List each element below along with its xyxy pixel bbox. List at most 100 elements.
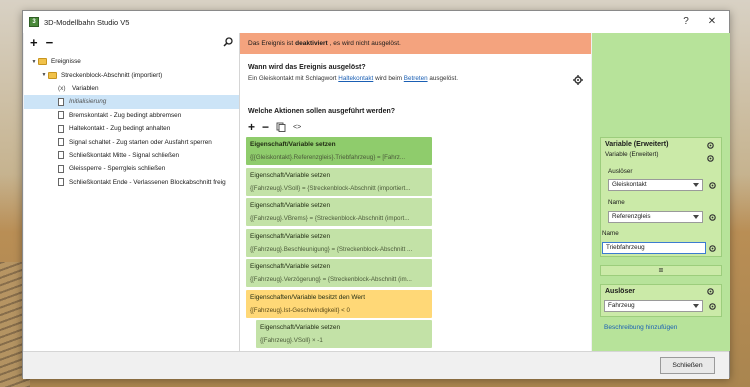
name2-input[interactable]: Triebfahrzeug bbox=[602, 242, 706, 254]
tree-item[interactable]: Schließkontakt Ende - Verlassenen Blocka… bbox=[24, 176, 239, 189]
app-icon: 3 bbox=[29, 17, 39, 27]
banner-status: deaktiviert bbox=[295, 40, 328, 47]
action-card[interactable]: Eigenschaft/Variable setzen {[Fahrzeug}.V… bbox=[246, 198, 432, 226]
action-detail: {[Fahrzeug}.Ist-Geschwindigkeit} < 0 bbox=[250, 306, 350, 314]
remove-event-button[interactable]: − bbox=[46, 36, 54, 50]
dialog-window: 3 3D-Modellbahn Studio V5 ? ✕ + − ▼ Ereig… bbox=[22, 10, 730, 379]
trigger-description: Ein Gleiskontakt mit Schlagwort Haltekon… bbox=[248, 75, 458, 82]
tree-item-label: Gleissperre - Sperrgleis schließen bbox=[69, 165, 166, 173]
trigger-label: Auslöser bbox=[608, 168, 633, 175]
actions-toolbar: + − <> bbox=[248, 121, 301, 133]
trigger-box-value-gear-icon[interactable] bbox=[708, 302, 717, 311]
action-title: Eigenschaften/Variable besitzt den Wert bbox=[250, 293, 366, 301]
properties-panel: Variable (Erweitert) Variable (Erweitert… bbox=[592, 33, 730, 351]
action-detail: {[{Gleiskontakt}.Referenzgleis}.Triebfah… bbox=[250, 154, 406, 161]
trigger-link-event[interactable]: Betreten bbox=[404, 75, 428, 82]
event-tree: ▼ Ereignisse ▼ Streckenblock-Abschnitt (imp… bbox=[24, 55, 239, 189]
variable-settings-gear-icon[interactable] bbox=[706, 141, 715, 150]
action-detail: {[Fahrzeug}.VSoll} = {Streckenblock-Absc… bbox=[250, 184, 411, 192]
tree-item-label: Signal schaltet - Zug starten oder Ausfa… bbox=[69, 138, 212, 146]
trigger-box-select[interactable]: Fahrzeug bbox=[604, 300, 703, 312]
tree-item-label: Bremskontakt - Zug bedingt abbremsen bbox=[69, 111, 182, 119]
document-icon bbox=[58, 124, 64, 133]
tree-item[interactable]: Signal schaltet - Zug starten oder Ausfa… bbox=[24, 135, 239, 148]
tree-item[interactable]: Gleissperre - Sperrgleis schließen bbox=[24, 162, 239, 175]
document-icon bbox=[58, 138, 64, 147]
event-editor-panel: Das Ereignis ist deaktiviert , es wird n… bbox=[239, 33, 598, 351]
banner-prefix: Das Ereignis ist bbox=[248, 40, 294, 47]
tree-item-label: Schließkontakt Mitte - Signal schließen bbox=[69, 151, 180, 159]
action-detail: {[Fahrzeug}.Beschleunigung} = {Streckenb… bbox=[250, 245, 413, 253]
expand-caret-icon[interactable]: ▼ bbox=[30, 59, 38, 65]
trigger-box-gear-icon[interactable] bbox=[706, 287, 715, 296]
name-gear-icon[interactable] bbox=[708, 213, 717, 222]
action-card[interactable]: Eigenschaften/Variable besitzt den Wert {… bbox=[246, 289, 432, 318]
remove-action-button[interactable]: − bbox=[262, 121, 269, 133]
tree-item-label: Haltekontakt - Zug bedingt anhalten bbox=[69, 125, 171, 133]
action-card[interactable]: Eigenschaft/Variable setzen {[Fahrzeug}.V… bbox=[256, 320, 432, 348]
tree-toolbar: + − bbox=[24, 33, 239, 53]
action-detail: {[Fahrzeug}.Verzögerung} = {Streckenbloc… bbox=[250, 276, 412, 283]
trigger-text-middle: wird beim bbox=[375, 75, 403, 82]
trigger-select[interactable]: Gleiskontakt bbox=[608, 179, 703, 191]
equals-separator: = bbox=[600, 265, 722, 276]
tree-item-label: Ereignisse bbox=[51, 58, 81, 66]
trigger-box-heading: Auslöser bbox=[605, 288, 635, 295]
tree-item[interactable]: Initialisierung bbox=[24, 95, 239, 109]
variable-heading: Variable (Erweitert) bbox=[605, 141, 669, 148]
action-card[interactable]: Eigenschaft/Variable setzen {[{Gleiskonta… bbox=[246, 137, 432, 165]
tree-item[interactable]: ▼ Ereignisse bbox=[24, 55, 239, 68]
document-icon bbox=[58, 151, 64, 160]
action-detail: {[Fahrzeug}.VSoll} × -1 bbox=[260, 337, 323, 344]
action-title: Eigenschaft/Variable setzen bbox=[250, 202, 331, 209]
action-list: Eigenschaft/Variable setzen {[{Gleiskonta… bbox=[246, 137, 589, 351]
close-window-button[interactable]: ✕ bbox=[705, 15, 719, 29]
tree-item-label: Schließkontakt Ende - Verlassenen Blocka… bbox=[69, 178, 226, 186]
action-title: Eigenschaft/Variable setzen bbox=[250, 232, 331, 240]
document-icon bbox=[58, 97, 64, 106]
tree-item[interactable]: Haltekontakt - Zug bedingt anhalten bbox=[24, 122, 239, 135]
add-event-button[interactable]: + bbox=[30, 36, 38, 50]
event-tree-panel: + − ▼ Ereignisse ▼ Streckenblock-Abschnitt … bbox=[24, 33, 239, 351]
copy-icon[interactable] bbox=[276, 122, 286, 132]
add-description-link[interactable]: Beschreibung hinzufügen bbox=[604, 324, 677, 331]
action-card[interactable]: Eigenschaft/Variable setzen {[Fahrzeug}.B… bbox=[246, 228, 432, 257]
search-icon[interactable] bbox=[223, 37, 233, 47]
action-card[interactable]: Eigenschaft/Variable setzen {[Fahrzeug}.V… bbox=[246, 259, 432, 287]
action-title: Eigenschaft/Variable setzen bbox=[250, 171, 331, 179]
tree-item[interactable]: (x) Variablen bbox=[24, 82, 239, 95]
sublabel-gear-icon[interactable] bbox=[706, 154, 715, 163]
trigger-gear-icon[interactable] bbox=[708, 181, 717, 190]
tree-item-label: Initialisierung bbox=[69, 98, 107, 106]
tree-item-label: Variablen bbox=[72, 84, 99, 92]
document-icon bbox=[58, 178, 64, 187]
trigger-settings-gear-icon[interactable] bbox=[573, 75, 583, 85]
action-title: Eigenschaft/Variable setzen bbox=[260, 324, 341, 331]
document-icon bbox=[58, 164, 64, 173]
trigger-text-after: ausgelöst. bbox=[429, 75, 459, 82]
trigger-heading: Wann wird das Ereignis ausgelöst? bbox=[248, 64, 366, 71]
tree-item[interactable]: ▼ Streckenblock-Abschnitt (importiert) bbox=[24, 68, 239, 81]
tree-item[interactable]: Bremskontakt - Zug bedingt abbremsen bbox=[24, 109, 239, 122]
variable-box: Variable (Erweitert) Variable (Erweitert… bbox=[600, 137, 722, 257]
title-bar: 3 3D-Modellbahn Studio V5 ? ✕ bbox=[23, 11, 729, 33]
trigger-text-before: Ein Gleiskontakt mit Schlagwort bbox=[248, 75, 337, 82]
actions-heading: Welche Aktionen sollen ausgeführt werden… bbox=[248, 108, 396, 115]
name2-label: Name bbox=[602, 230, 619, 237]
code-view-button[interactable]: <> bbox=[293, 124, 301, 131]
deactivated-banner: Das Ereignis ist deaktiviert , es wird n… bbox=[240, 33, 591, 54]
action-card[interactable]: Eigenschaft/Variable setzen {[Fahrzeug}.V… bbox=[246, 167, 432, 196]
action-title: Eigenschaft/Variable setzen bbox=[250, 263, 331, 270]
variable-sublabel: Variable (Erweitert) bbox=[605, 151, 659, 158]
name2-gear-icon[interactable] bbox=[708, 244, 717, 253]
close-button[interactable]: Schließen bbox=[660, 357, 715, 374]
add-action-button[interactable]: + bbox=[248, 121, 255, 133]
action-title: Eigenschaft/Variable setzen bbox=[250, 141, 336, 148]
folder-icon bbox=[48, 71, 57, 79]
trigger-link-contact[interactable]: Haltekontakt bbox=[338, 75, 373, 82]
document-icon bbox=[58, 111, 64, 120]
name-select[interactable]: Referenzgleis bbox=[608, 211, 703, 223]
tree-item[interactable]: Schließkontakt Mitte - Signal schließen bbox=[24, 149, 239, 162]
help-button[interactable]: ? bbox=[679, 15, 693, 29]
expand-caret-icon[interactable]: ▼ bbox=[40, 72, 48, 78]
